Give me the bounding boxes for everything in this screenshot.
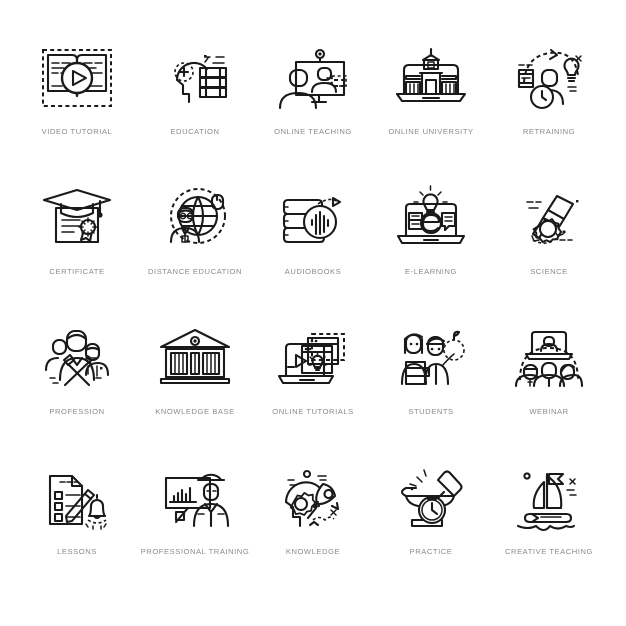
icon-label: ONLINE TEACHING (274, 127, 352, 136)
three-people-with-tools-icon (27, 316, 127, 400)
icon-label: CERTIFICATE (49, 267, 105, 276)
icon-label: LESSONS (57, 547, 97, 556)
head-with-gear-and-rocket-icon (263, 456, 363, 540)
anvil-hammer-with-clock-icon (381, 456, 481, 540)
diploma-with-graduation-cap-and-seal-icon (27, 176, 127, 260)
checklist-with-pen-and-bell-icon (27, 456, 127, 540)
icon-label: PROFESSIONAL TRAINING (140, 547, 250, 556)
sailboat-with-pencil-hull-icon (499, 456, 599, 540)
icon-label: VIDEO TUTORIAL (41, 127, 113, 136)
icon-cell-online-university[interactable]: ONLINE UNIVERSITY (372, 30, 490, 170)
university-building-on-laptop-icon (381, 36, 481, 120)
icon-label: PRACTICE (409, 547, 453, 556)
icon-label: EDUCATION (170, 127, 220, 136)
icon-label: DISTANCE EDUCATION (148, 267, 242, 276)
telescope-with-gear-icon (499, 176, 599, 260)
icon-cell-certificate[interactable]: CERTIFICATE (18, 170, 136, 310)
icon-cell-distance-education[interactable]: DISTANCE EDUCATION (136, 170, 254, 310)
open-book-with-play-button-icon (27, 36, 127, 120)
icon-label: AUDIOBOOKS (284, 267, 342, 276)
icon-grid: VIDEO TUTORIAL EDUCATION ONLINE TEACHING… (18, 30, 608, 590)
icon-cell-creative-teaching[interactable]: CREATIVE TEACHING (490, 450, 608, 590)
icon-label: KNOWLEDGE BASE (155, 407, 235, 416)
icon-cell-online-tutorials[interactable]: ONLINE TUTORIALS (254, 310, 372, 450)
book-stack-with-sound-wave-icon (263, 176, 363, 260)
laptop-with-windows-and-bulb-icon (263, 316, 363, 400)
icon-cell-video-tutorial[interactable]: VIDEO TUTORIAL (18, 30, 136, 170)
icon-label: CREATIVE TEACHING (505, 547, 593, 556)
icon-cell-practice[interactable]: PRACTICE (372, 450, 490, 590)
icon-cell-audiobooks[interactable]: AUDIOBOOKS (254, 170, 372, 310)
person-with-book-bulb-and-clock-icon (499, 36, 599, 120)
two-students-with-book-and-apple-icon (381, 316, 481, 400)
laptop-with-e-and-lightbulb-icon (381, 176, 481, 260)
icon-label: E-LEARNING (405, 267, 457, 276)
icon-label: KNOWLEDGE (285, 547, 341, 556)
icon-label: WEBINAR (529, 407, 569, 416)
head-with-plus-and-books-icon (145, 36, 245, 120)
icon-cell-e-learning[interactable]: E-LEARNING (372, 170, 490, 310)
library-building-with-books-icon (145, 316, 245, 400)
icon-cell-professional-training[interactable]: PROFESSIONAL TRAINING (136, 450, 254, 590)
laptop-above-group-of-people-icon (499, 316, 599, 400)
icon-label: ONLINE UNIVERSITY (388, 127, 474, 136)
icon-label: RETRAINING (522, 127, 576, 136)
icon-cell-retraining[interactable]: RETRAINING (490, 30, 608, 170)
icon-label: PROFESSION (49, 407, 105, 416)
icon-label: SCIENCE (530, 267, 568, 276)
icon-label: ONLINE TUTORIALS (272, 407, 354, 416)
icon-cell-profession[interactable]: PROFESSION (18, 310, 136, 450)
icon-cell-students[interactable]: STUDENTS (372, 310, 490, 450)
globe-with-student-and-mouse-icon (145, 176, 245, 260)
icon-cell-webinar[interactable]: WEBINAR (490, 310, 608, 450)
icon-label: STUDENTS (408, 407, 454, 416)
icon-cell-knowledge-base[interactable]: KNOWLEDGE BASE (136, 310, 254, 450)
icon-cell-lessons[interactable]: LESSONS (18, 450, 136, 590)
icon-cell-online-teaching[interactable]: ONLINE TEACHING (254, 30, 372, 170)
presentation-chart-with-worker-icon (145, 456, 245, 540)
icon-cell-education[interactable]: EDUCATION (136, 30, 254, 170)
icon-cell-science[interactable]: SCIENCE (490, 170, 608, 310)
icon-cell-knowledge[interactable]: KNOWLEDGE (254, 450, 372, 590)
monitor-with-webcam-and-people-icon (263, 36, 363, 120)
icon-sheet: VIDEO TUTORIAL EDUCATION ONLINE TEACHING… (0, 0, 626, 626)
